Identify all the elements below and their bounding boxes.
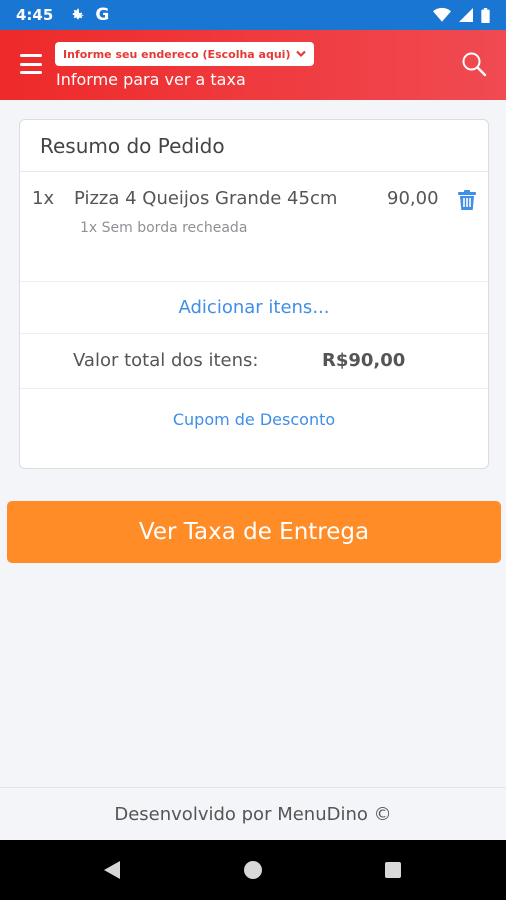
coupon-row: Cupom de Desconto — [20, 389, 488, 449]
search-icon[interactable] — [460, 50, 488, 78]
item-name: Pizza 4 Queijos Grande 45cm — [74, 188, 338, 209]
item-quantity: 1x — [32, 188, 55, 209]
signal-icon — [459, 8, 473, 22]
coupon-link[interactable]: Cupom de Desconto — [173, 410, 335, 429]
status-left-icons: G — [69, 5, 109, 25]
footer-credit: Desenvolvido por MenuDino © — [114, 803, 392, 825]
address-select-label: Informe seu endereco (Escolha aqui) — [63, 47, 291, 61]
navigation-bar — [0, 840, 506, 900]
item-option: 1x Sem borda recheada — [80, 220, 248, 236]
trash-icon[interactable] — [458, 190, 476, 210]
delivery-fee-button[interactable]: Ver Taxa de Entrega — [7, 501, 501, 563]
google-g-icon: G — [95, 5, 110, 25]
add-items-link[interactable]: Adicionar itens... — [179, 297, 330, 318]
total-label: Valor total dos itens: — [73, 350, 259, 371]
total-row: Valor total dos itens: R$90,00 — [20, 334, 488, 389]
address-select-button[interactable]: Informe seu endereco (Escolha aqui) — [55, 42, 315, 66]
order-summary-card: Resumo do Pedido 1x Pizza 4 Queijos Gran… — [19, 119, 489, 469]
chevron-down-icon — [296, 50, 307, 58]
item-price: 90,00 — [387, 188, 439, 209]
app-header: Informe seu endereco (Escolha aqui) Info… — [0, 30, 506, 100]
back-triangle-icon[interactable] — [103, 860, 121, 880]
order-summary-title: Resumo do Pedido — [20, 120, 488, 172]
order-item-row: 1x Pizza 4 Queijos Grande 45cm 90,00 1x … — [20, 172, 488, 282]
add-items-row: Adicionar itens... — [20, 282, 488, 334]
home-circle-icon[interactable] — [244, 861, 262, 879]
settings-gear-icon — [73, 8, 84, 20]
wifi-icon — [433, 7, 451, 22]
status-bar: 4:45 G — [0, 0, 506, 30]
status-right-icons — [433, 7, 490, 23]
footer: Desenvolvido por MenuDino © — [0, 787, 506, 840]
recents-square-icon[interactable] — [385, 862, 401, 878]
battery-icon — [481, 7, 490, 23]
hamburger-menu-icon[interactable] — [20, 54, 42, 74]
status-time: 4:45 — [16, 6, 54, 24]
total-value: R$90,00 — [322, 350, 406, 371]
address-subtitle: Informe para ver a taxa — [56, 70, 246, 89]
